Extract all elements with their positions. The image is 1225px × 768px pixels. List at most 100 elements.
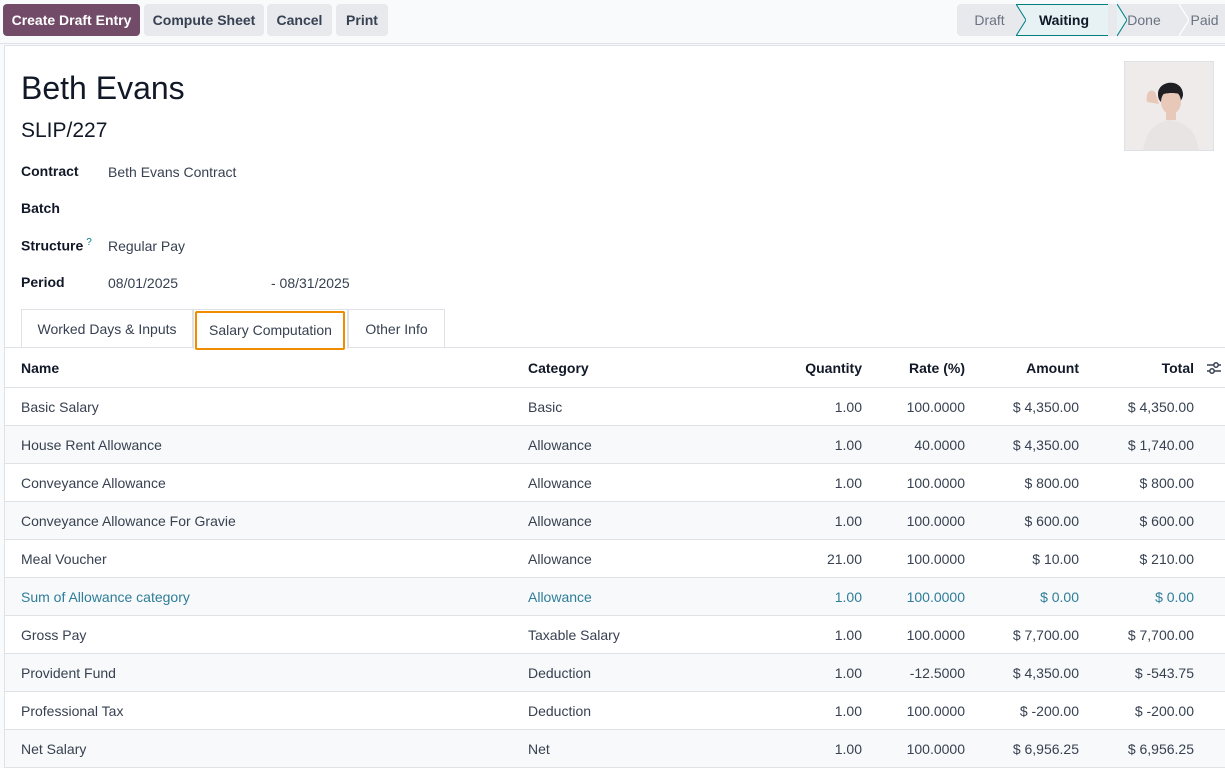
row-name: Conveyance Allowance For Gravie: [21, 512, 236, 529]
batch-label: Batch: [21, 200, 60, 216]
status-waiting-label: Waiting: [1038, 12, 1090, 28]
help-tooltip-icon[interactable]: ?: [86, 237, 92, 248]
row-amount: $ 4,350.00: [1012, 664, 1079, 681]
row-category: Allowance: [528, 436, 592, 453]
table-row[interactable]: Conveyance Allowance Allowance 1.00 100.…: [5, 464, 1225, 502]
structure-label-text: Structure: [21, 237, 84, 254]
compute-sheet-button[interactable]: Compute Sheet: [144, 4, 264, 36]
row-name: Net Salary: [21, 740, 87, 757]
slip-reference[interactable]: SLIP/227: [21, 119, 107, 143]
row-category: Allowance: [528, 550, 592, 567]
row-total: $ -200.00: [1134, 702, 1194, 719]
status-draft-label: Draft: [974, 12, 1005, 28]
column-category[interactable]: Category: [528, 348, 589, 387]
avatar-photo-icon: [1125, 62, 1213, 150]
contract-field[interactable]: Beth Evans Contract: [108, 164, 236, 180]
table-row[interactable]: Net Salary Net 1.00 100.0000 $ 6,956.25 …: [5, 730, 1225, 768]
tab-salary-computation[interactable]: Salary Computation: [193, 309, 348, 349]
row-name: Basic Salary: [21, 398, 99, 415]
optional-columns-icon[interactable]: [1206, 360, 1222, 376]
employee-avatar[interactable]: [1124, 61, 1214, 151]
row-quantity: 21.00: [826, 550, 862, 567]
table-row[interactable]: Gross Pay Taxable Salary 1.00 100.0000 $…: [5, 616, 1225, 654]
table-row[interactable]: Basic Salary Basic 1.00 100.0000 $ 4,350…: [5, 388, 1225, 426]
chevron-right-icon: [1117, 4, 1127, 36]
row-quantity: 1.00: [834, 474, 862, 491]
row-name: Meal Voucher: [21, 550, 107, 567]
column-rate[interactable]: Rate (%): [909, 348, 965, 387]
row-name: Provident Fund: [21, 664, 116, 681]
row-category: Deduction: [528, 702, 592, 719]
row-amount: $ 0.00: [1040, 588, 1079, 605]
status-bar: Draft Waiting Done Paid: [957, 4, 1225, 36]
row-amount: $ 7,700.00: [1012, 626, 1079, 643]
row-total: $ 4,350.00: [1127, 398, 1194, 415]
column-amount[interactable]: Amount: [1026, 348, 1079, 387]
row-total: $ 800.00: [1139, 474, 1195, 491]
row-quantity: 1.00: [834, 398, 862, 415]
row-quantity: 1.00: [834, 626, 862, 643]
chevron-left-icon: [1016, 4, 1026, 36]
period-to-field[interactable]: - 08/31/2025: [271, 275, 350, 291]
table-header: Name Category Quantity Rate (%) Amount T…: [5, 348, 1225, 388]
tab-worked-days-inputs[interactable]: Worked Days & Inputs: [21, 309, 193, 348]
structure-label: Structure?: [21, 237, 92, 254]
status-waiting[interactable]: Waiting: [1016, 4, 1127, 36]
row-total: $ 7,700.00: [1127, 626, 1194, 643]
row-amount: $ 4,350.00: [1012, 398, 1079, 415]
row-total: $ 210.00: [1139, 550, 1195, 567]
row-amount: $ 800.00: [1024, 474, 1080, 491]
row-total: $ 600.00: [1139, 512, 1195, 529]
period-from-field[interactable]: 08/01/2025: [108, 275, 178, 291]
table-row[interactable]: Professional Tax Deduction 1.00 100.0000…: [5, 692, 1225, 730]
row-total: $ 0.00: [1155, 588, 1194, 605]
structure-field[interactable]: Regular Pay: [108, 238, 185, 254]
print-button[interactable]: Print: [336, 4, 388, 36]
row-rate: 40.0000: [914, 436, 965, 453]
row-quantity: 1.00: [834, 512, 862, 529]
table-row[interactable]: Provident Fund Deduction 1.00 -12.5000 $…: [5, 654, 1225, 692]
row-rate: 100.0000: [906, 588, 965, 605]
row-category: Allowance: [528, 474, 592, 491]
row-name: Professional Tax: [21, 702, 124, 719]
row-rate: 100.0000: [906, 398, 965, 415]
tab-other-info[interactable]: Other Info: [348, 309, 445, 348]
row-quantity: 1.00: [834, 436, 862, 453]
row-rate: 100.0000: [906, 702, 965, 719]
row-category: Basic: [528, 398, 563, 415]
row-category: Taxable Salary: [528, 626, 620, 643]
row-quantity: 1.00: [834, 664, 862, 681]
table-row[interactable]: Meal Voucher Allowance 21.00 100.0000 $ …: [5, 540, 1225, 578]
table-row[interactable]: Conveyance Allowance For Gravie Allowanc…: [5, 502, 1225, 540]
row-total: $ 1,740.00: [1127, 436, 1194, 453]
status-draft[interactable]: Draft: [957, 4, 1016, 36]
cancel-button[interactable]: Cancel: [267, 4, 332, 36]
row-name: Conveyance Allowance: [21, 474, 166, 491]
table-row[interactable]: Sum of Allowance category Allowance 1.00…: [5, 578, 1225, 616]
create-draft-entry-button[interactable]: Create Draft Entry: [3, 4, 140, 36]
row-name: House Rent Allowance: [21, 436, 162, 453]
status-paid-label: Paid: [1190, 12, 1219, 28]
salary-computation-table: Name Category Quantity Rate (%) Amount T…: [5, 348, 1225, 768]
row-rate: 100.0000: [906, 626, 965, 643]
column-quantity[interactable]: Quantity: [805, 348, 862, 387]
row-category: Net: [528, 740, 550, 757]
employee-name[interactable]: Beth Evans: [21, 70, 185, 107]
status-done-label: Done: [1127, 12, 1161, 28]
control-panel: Create Draft Entry Compute Sheet Cancel …: [0, 0, 1225, 44]
row-quantity: 1.00: [834, 702, 862, 719]
row-amount: $ 10.00: [1032, 550, 1079, 567]
row-category: Deduction: [528, 664, 592, 681]
row-category: Allowance: [528, 588, 592, 605]
row-rate: 100.0000: [906, 550, 965, 567]
row-rate: 100.0000: [906, 512, 965, 529]
row-amount: $ 4,350.00: [1012, 436, 1079, 453]
column-name[interactable]: Name: [21, 348, 59, 387]
form-sheet: Beth Evans SLIP/227 Contract Beth Evans …: [4, 45, 1225, 768]
row-amount: $ 600.00: [1024, 512, 1080, 529]
column-total[interactable]: Total: [1162, 348, 1194, 387]
row-rate: -12.5000: [909, 664, 965, 681]
period-label: Period: [21, 274, 65, 290]
batch-field[interactable]: [108, 201, 358, 219]
table-row[interactable]: House Rent Allowance Allowance 1.00 40.0…: [5, 426, 1225, 464]
